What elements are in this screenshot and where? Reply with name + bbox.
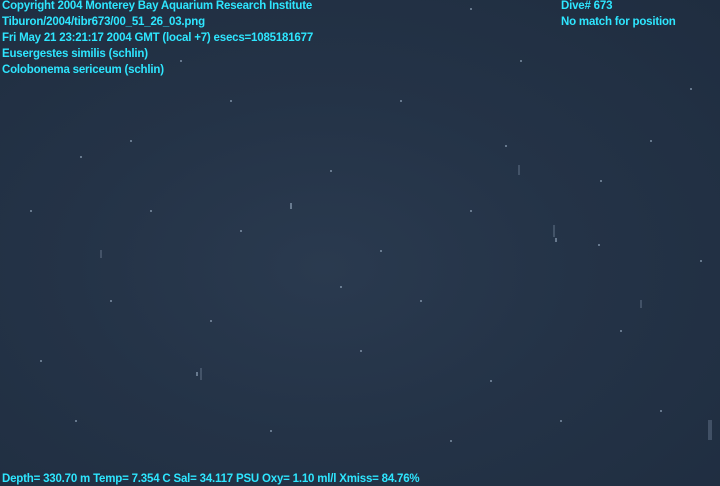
telemetry-overlay: Depth= 330.70 m Temp= 7.354 C Sal= 34.11… <box>2 471 420 486</box>
position-status-text: No match for position <box>561 16 676 28</box>
dive-number-text: Dive# 673 <box>561 0 613 12</box>
file-path-text: Tiburon/2004/tibr673/00_51_26_03.png <box>2 16 205 28</box>
species-label-1: Eusergestes similis (schlin) <box>2 48 148 60</box>
datetime-text: Fri May 21 23:21:17 2004 GMT (local +7) … <box>2 32 314 44</box>
species-label-2: Colobonema sericeum (schlin) <box>2 64 164 76</box>
metadata-overlay-top-right: Dive# 673 No match for position <box>561 0 676 30</box>
telemetry-text: Depth= 330.70 m Temp= 7.354 C Sal= 34.11… <box>2 473 420 485</box>
underwater-video-frame: Copyright 2004 Monterey Bay Aquarium Res… <box>0 0 720 486</box>
metadata-overlay-top-left: Copyright 2004 Monterey Bay Aquarium Res… <box>2 0 313 78</box>
copyright-text: Copyright 2004 Monterey Bay Aquarium Res… <box>2 0 313 12</box>
